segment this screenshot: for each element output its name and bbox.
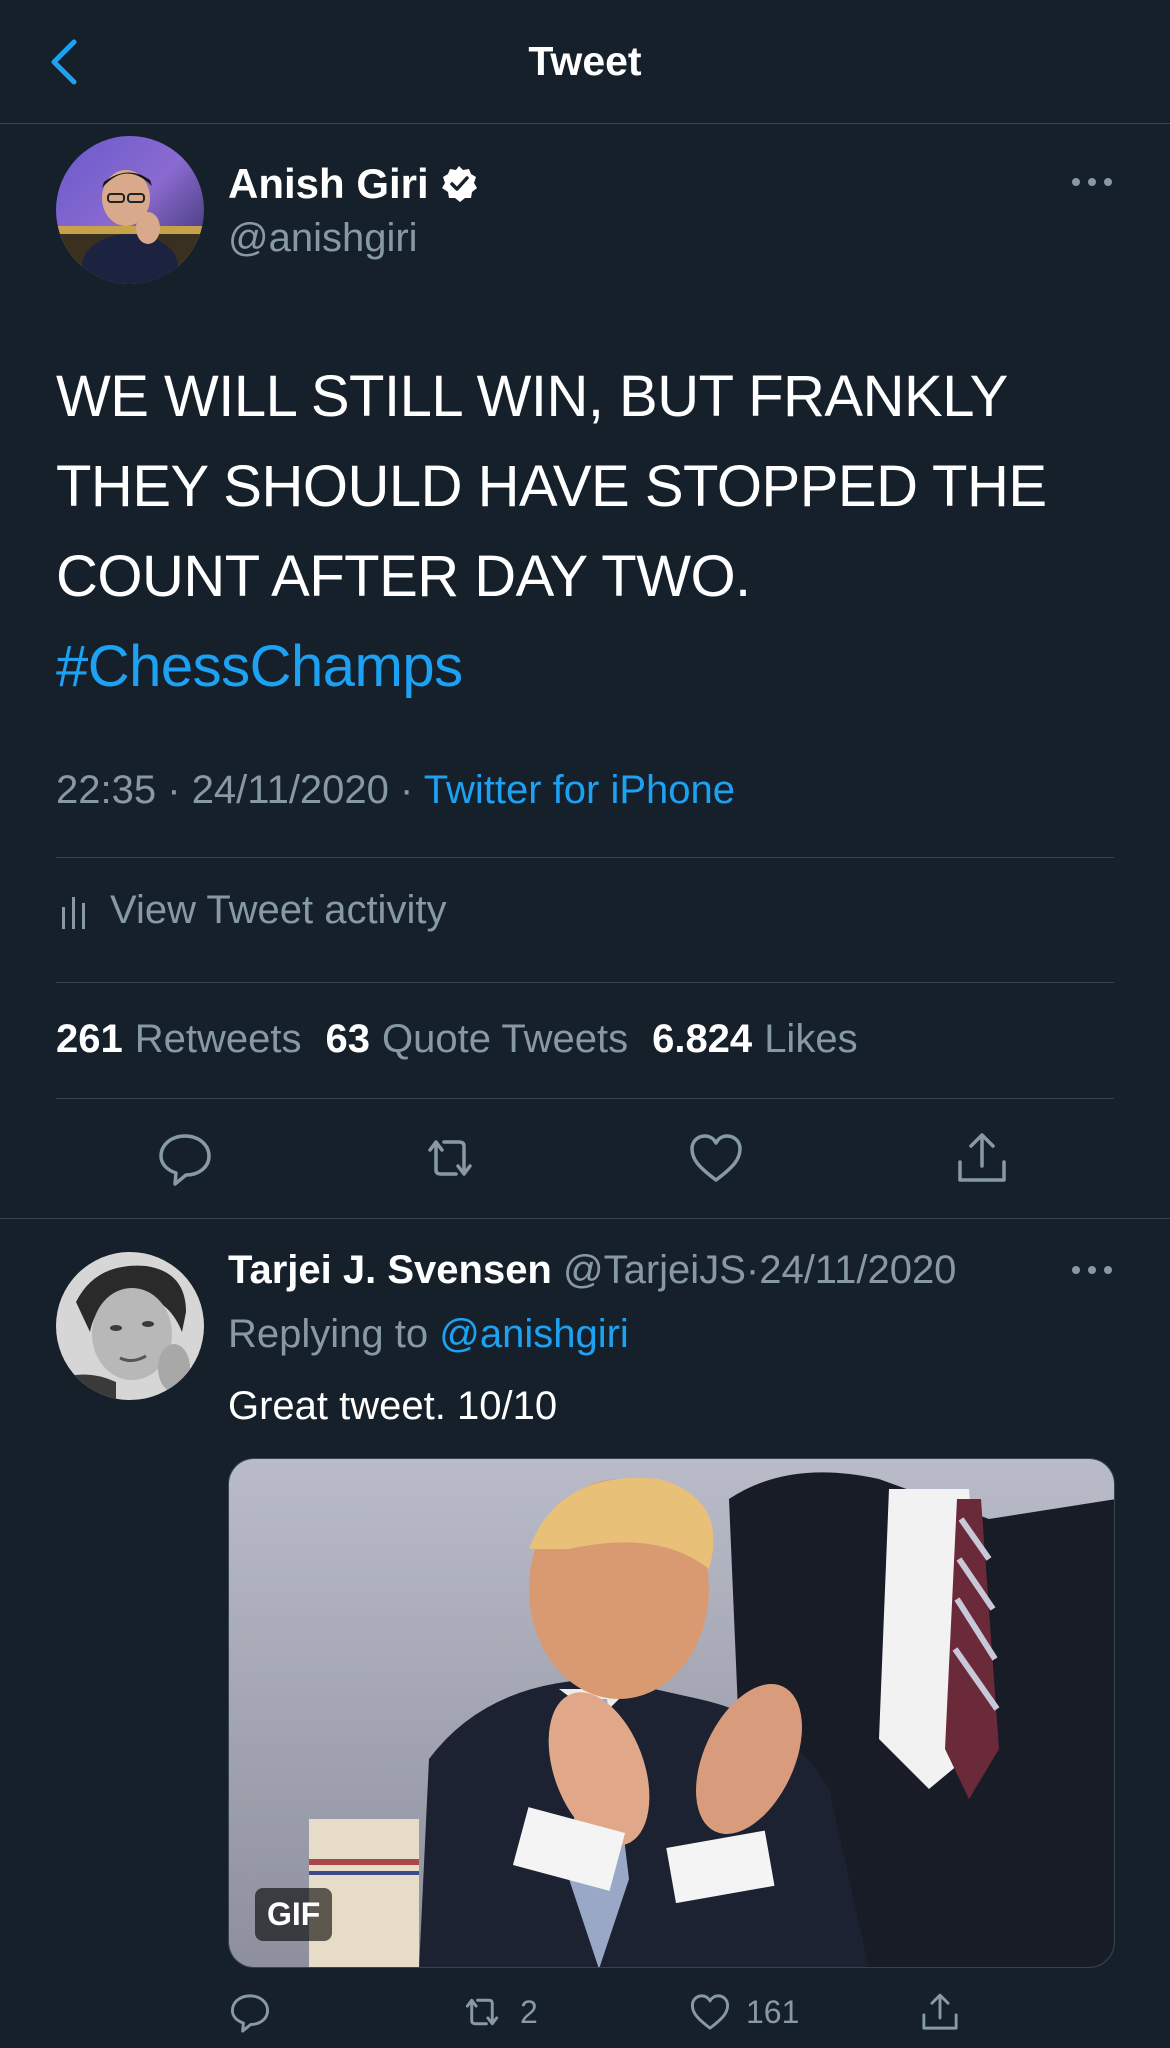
replying-to: Replying to @anishgiri xyxy=(228,1312,629,1356)
heart-icon xyxy=(690,1134,742,1182)
like-count: 161 xyxy=(746,1993,800,2030)
likes-stat[interactable]: 6.824 Likes xyxy=(652,1017,858,1062)
retweets-stat[interactable]: 261 Retweets xyxy=(56,1017,302,1062)
gif-badge: GIF xyxy=(255,1888,333,1941)
author-name[interactable]: Anish Giri xyxy=(228,160,479,208)
tweet-text: WE WILL STILL WIN, BUT FRANKLY THEY SHOU… xyxy=(56,352,1126,712)
share-button[interactable] xyxy=(952,1128,1012,1188)
analytics-icon xyxy=(62,896,85,929)
gif-image xyxy=(229,1459,1114,1967)
divider xyxy=(56,1098,1114,1099)
reply-icon xyxy=(159,1134,211,1186)
page-title: Tweet xyxy=(528,38,642,84)
retweet-icon xyxy=(465,1998,499,2026)
share-icon xyxy=(922,1993,958,2030)
reply-reply-button[interactable] xyxy=(228,1990,272,2034)
tweet-stats: 261 Retweets 63 Quote Tweets 6.824 Likes xyxy=(56,1017,858,1062)
reply-author-handle[interactable]: @TarjeiJS xyxy=(563,1248,746,1292)
reply-button[interactable] xyxy=(155,1128,215,1188)
divider xyxy=(0,1218,1170,1219)
reply-author-name[interactable]: Tarjei J. Svensen xyxy=(228,1248,552,1292)
divider xyxy=(56,982,1114,983)
reply-header: Tarjei J. Svensen @TarjeiJS·24/11/2020 xyxy=(228,1248,957,1292)
tweet-text-line: THEY SHOULD HAVE STOPPED THE xyxy=(56,454,1047,519)
retweet-count: 2 xyxy=(520,1993,538,2030)
reply-actions: 2 161 xyxy=(228,1990,1128,2046)
tweet-time: 22:35 xyxy=(56,768,157,812)
reply-like-button[interactable]: 161 xyxy=(688,1990,799,2034)
more-options-button[interactable] xyxy=(1070,172,1114,192)
verified-badge-icon xyxy=(441,166,477,202)
tweet-date: 24/11/2020 xyxy=(191,768,389,812)
mention-link[interactable]: @anishgiri xyxy=(439,1312,629,1356)
divider xyxy=(56,857,1114,858)
more-horizontal-icon xyxy=(1072,178,1112,186)
reply-date: 24/11/2020 xyxy=(759,1248,957,1292)
retweet-button[interactable] xyxy=(420,1128,480,1188)
reply-share-button[interactable] xyxy=(918,1990,962,2034)
tweet-detail-page: Tweet Anish Giri @anishgiri WE WILL STIL… xyxy=(0,0,1170,2048)
tweet-actions xyxy=(0,1128,1170,1192)
reply-more-options-button[interactable] xyxy=(1070,1260,1114,1280)
hashtag-link[interactable]: #ChessChamps xyxy=(56,622,1126,712)
tweet-text-line: COUNT AFTER DAY TWO. xyxy=(56,544,751,609)
tweet-source-link[interactable]: Twitter for iPhone xyxy=(424,768,735,812)
top-bar: Tweet xyxy=(0,0,1170,124)
heart-icon xyxy=(690,1994,730,2030)
tweet-meta: 22:35 · 24/11/2020 · Twitter for iPhone xyxy=(56,768,736,812)
reply-media-gif[interactable]: GIF xyxy=(228,1458,1115,1968)
reply-author-avatar[interactable] xyxy=(56,1252,204,1400)
retweet-icon xyxy=(428,1140,472,1176)
like-button[interactable] xyxy=(686,1128,746,1188)
tweet-text-line: WE WILL STILL WIN, BUT FRANKLY xyxy=(56,364,1008,429)
more-horizontal-icon xyxy=(1072,1266,1112,1274)
reply-retweet-button[interactable]: 2 xyxy=(458,1990,538,2034)
quote-tweets-stat[interactable]: 63 Quote Tweets xyxy=(326,1017,629,1062)
share-icon xyxy=(958,1133,1006,1182)
reply-icon xyxy=(230,1994,270,2033)
view-activity-link[interactable]: View Tweet activity xyxy=(60,888,446,933)
reply-text: Great tweet. 10/10 xyxy=(228,1384,558,1428)
author-avatar[interactable] xyxy=(56,136,204,284)
author-handle[interactable]: @anishgiri xyxy=(228,216,418,261)
